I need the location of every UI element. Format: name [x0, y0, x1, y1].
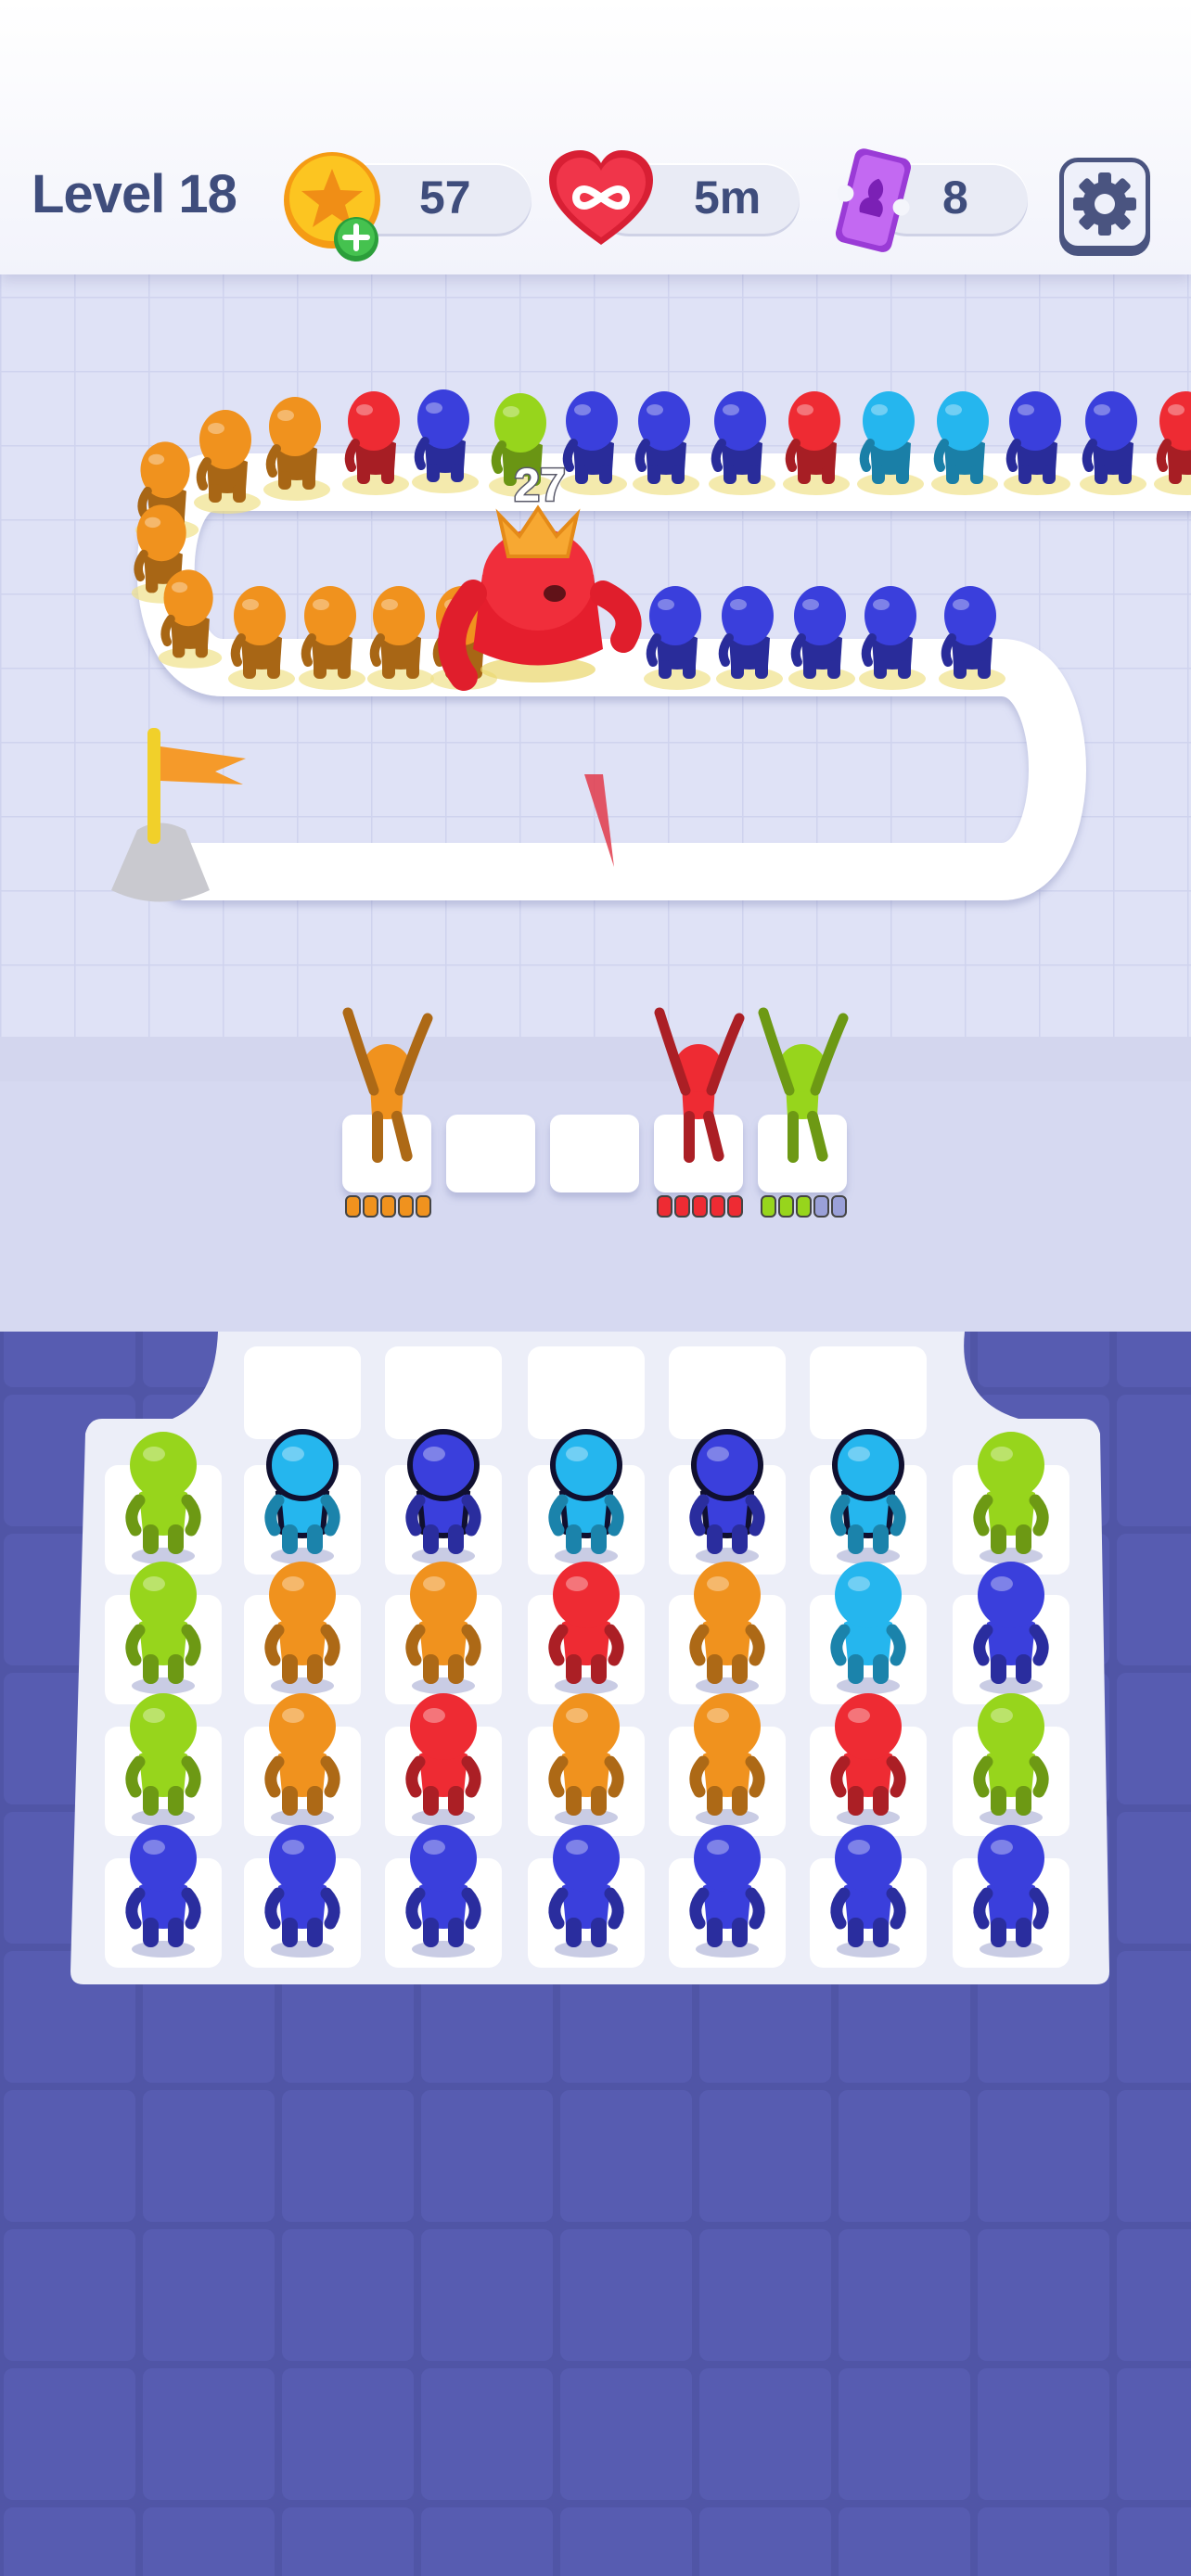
settings-button[interactable] [1059, 158, 1150, 250]
boss-health-label: 27 [514, 459, 566, 511]
ammo-pip [657, 1195, 672, 1218]
ammo-pip [363, 1195, 378, 1218]
ammo-pip [398, 1195, 414, 1218]
grid-slot [669, 1346, 786, 1439]
grid-slot [385, 1346, 502, 1439]
grid-slot [528, 1346, 645, 1439]
ammo-pip [710, 1195, 725, 1218]
shooter-slot[interactable] [550, 1115, 639, 1192]
coins-value: 57 [419, 172, 471, 223]
ticket-icon [835, 148, 912, 252]
shooter-slot[interactable] [446, 1115, 535, 1192]
tickets-value: 8 [942, 172, 968, 223]
ammo-pip [761, 1195, 776, 1218]
grid-slot [244, 1346, 361, 1439]
shooter-slot[interactable] [342, 1115, 431, 1192]
shooter-slot[interactable] [654, 1115, 743, 1192]
ammo-pip [416, 1195, 431, 1218]
lives-value: 5m [694, 172, 762, 223]
shooter-slot[interactable] [758, 1115, 847, 1192]
ammo-pip [674, 1195, 690, 1218]
ammo-pip [345, 1195, 361, 1218]
ammo-pip [796, 1195, 812, 1218]
game-screen: 27 Level 18 57 5m 8 [0, 0, 1191, 2576]
ammo-pip [813, 1195, 829, 1218]
top-hud: Level 18 57 5m 8 [0, 0, 1191, 274]
game-scene: 27 [0, 269, 1191, 2576]
ammo-pip [727, 1195, 743, 1218]
coin-plus-icon[interactable] [278, 148, 390, 263]
ammo-pip [831, 1195, 847, 1218]
rail [0, 1037, 1191, 1081]
ammo-pip [692, 1195, 708, 1218]
ammo-pip [380, 1195, 396, 1218]
gear-icon [1073, 172, 1136, 236]
infinity-heart-icon [549, 150, 653, 245]
level-label: Level 18 [32, 164, 237, 224]
ammo-pip [778, 1195, 794, 1218]
grid-slot [810, 1346, 927, 1439]
